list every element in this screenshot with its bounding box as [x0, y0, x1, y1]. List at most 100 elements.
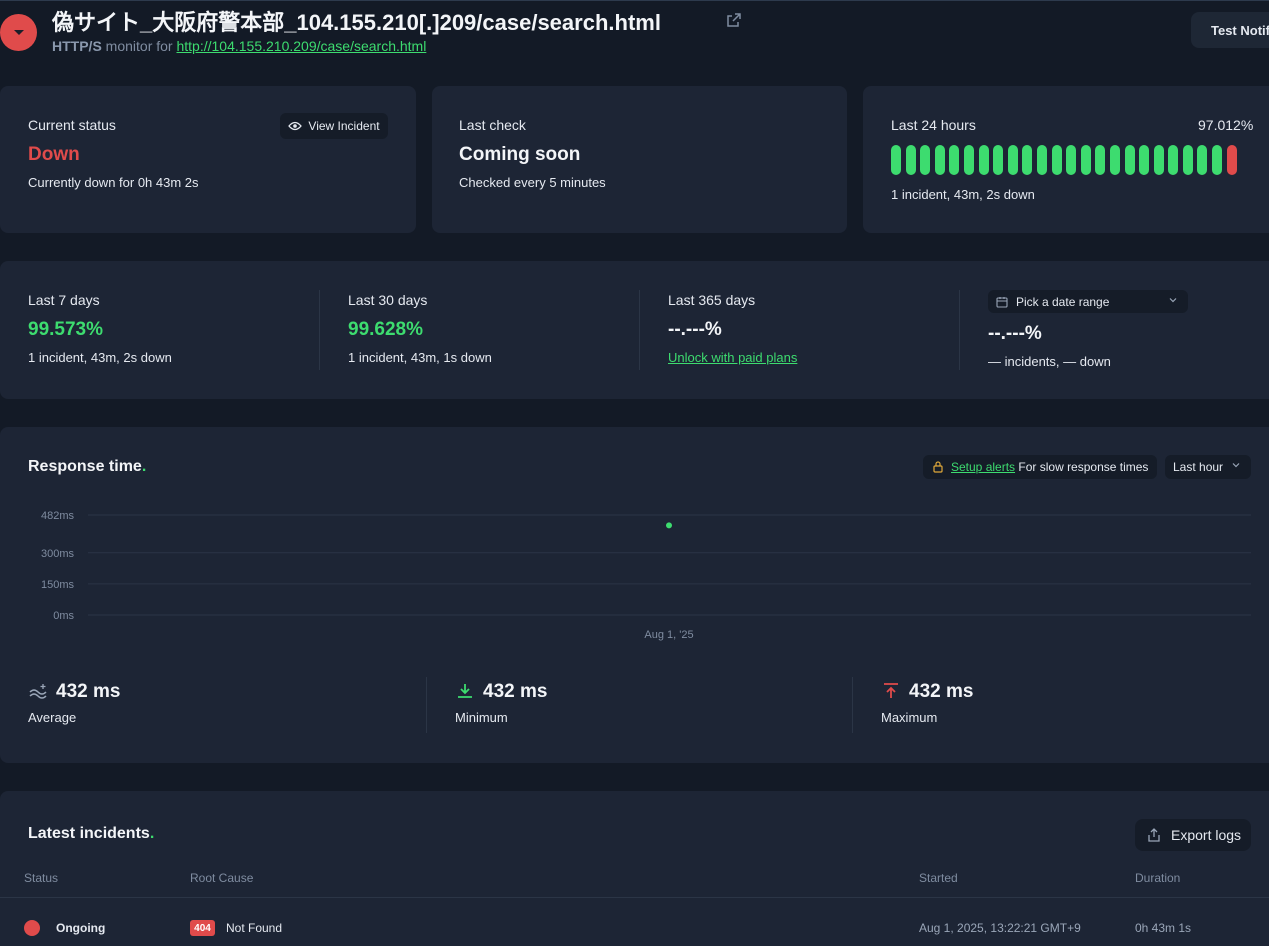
protocol-label: HTTP/S: [52, 38, 102, 54]
response-time-card: Response time. Setup alerts For slow res…: [0, 427, 1269, 763]
incidents-title-text: Latest incidents: [28, 825, 150, 842]
last-30-days-label: Last 30 days: [348, 292, 428, 308]
uptime-bar-17[interactable]: [1124, 145, 1135, 175]
uptime-bar-4[interactable]: [934, 145, 945, 175]
external-link-icon[interactable]: [726, 12, 742, 28]
x-tick-label: Aug 1, '25: [644, 629, 693, 641]
maximum-label: Maximum: [881, 710, 938, 725]
export-icon: [1148, 828, 1160, 842]
uptime-bar-18[interactable]: [1139, 145, 1150, 175]
last-check-value: Coming soon: [459, 144, 581, 165]
incident-started: Aug 1, 2025, 13:22:21 GMT+9: [919, 921, 1081, 935]
uptime-bar-5[interactable]: [949, 145, 960, 175]
column-header-status[interactable]: Status: [24, 871, 58, 885]
last-30-days-value: 99.628%: [348, 319, 424, 340]
average-label: Average: [28, 710, 77, 725]
data-point[interactable]: [665, 521, 673, 530]
column-header-duration[interactable]: Duration: [1135, 871, 1180, 885]
uptime-bar-10[interactable]: [1022, 145, 1033, 175]
table-header-divider: [0, 897, 1269, 898]
view-incident-label: View Incident: [308, 119, 380, 133]
uptime-bar-13[interactable]: [1066, 145, 1077, 175]
last-check-card: Last check Coming soon Checked every 5 m…: [432, 86, 847, 233]
period-divider: [639, 290, 640, 370]
export-logs-label: Export logs: [1171, 827, 1242, 843]
uptime-bar-15[interactable]: [1095, 145, 1106, 175]
top-border: [0, 0, 1269, 1]
last-7-days-detail: 1 incident, 43m, 2s down: [28, 350, 172, 365]
last-24-hours-detail: 1 incident, 43m, 2s down: [891, 187, 1035, 202]
period-divider: [319, 290, 320, 370]
column-header-root-cause[interactable]: Root Cause: [190, 871, 253, 885]
uptime-bar-8[interactable]: [993, 145, 1004, 175]
uptime-bar-12[interactable]: [1051, 145, 1062, 175]
last-24-hours-label: Last 24 hours: [891, 117, 976, 133]
calendar-icon: [996, 296, 1008, 308]
status-code-badge: 404: [190, 920, 215, 936]
incidents-title: Latest incidents.: [28, 825, 155, 842]
uptime-bar-14[interactable]: [1080, 145, 1091, 175]
uptime-bar-24[interactable]: [1226, 145, 1237, 175]
page-title: 偽サイト_大阪府警本部_104.155.210[.]209/case/searc…: [52, 10, 661, 35]
period-divider: [959, 290, 960, 370]
stat-divider: [426, 677, 427, 733]
incident-status: Ongoing: [56, 921, 106, 935]
current-status-card: Current status Down Currently down for 0…: [0, 86, 416, 233]
custom-range-detail: — incidents, — down: [988, 354, 1111, 369]
y-tick-label: 482ms: [41, 510, 75, 522]
view-incident-button[interactable]: View Incident: [280, 113, 388, 139]
test-notification-label: Test Notification: [1211, 22, 1269, 38]
minimum-icon: [458, 684, 472, 698]
eye-icon: [288, 121, 303, 131]
monitor-url-link[interactable]: http://104.155.210.209/case/search.html: [176, 38, 426, 54]
uptime-periods-card: Last 7 days 99.573% 1 incident, 43m, 2s …: [0, 261, 1269, 399]
uptime-bar-20[interactable]: [1168, 145, 1179, 175]
uptime-bar-16[interactable]: [1109, 145, 1120, 175]
incident-root-cause: Not Found: [226, 921, 283, 935]
uptime-bar-1[interactable]: [891, 145, 901, 175]
uptime-bar-21[interactable]: [1182, 145, 1193, 175]
maximum-icon: [884, 683, 898, 698]
column-header-started[interactable]: Started: [919, 871, 958, 885]
test-notification-button[interactable]: Test Notification: [1191, 12, 1269, 48]
uptime-bar-2[interactable]: [905, 145, 916, 175]
y-tick-label: 150ms: [41, 579, 75, 591]
status-dot: [24, 920, 40, 936]
current-status-detail: Currently down for 0h 43m 2s: [28, 175, 199, 190]
uptime-bar-6[interactable]: [963, 145, 974, 175]
minimum-label: Minimum: [455, 710, 508, 725]
uptime-bar-7[interactable]: [978, 145, 989, 175]
uptime-bar-19[interactable]: [1153, 145, 1164, 175]
maximum-value: 432 ms: [909, 681, 974, 702]
chevron-down-icon: [13, 29, 24, 35]
monitor-subtitle: HTTP/S monitor for http://104.155.210.20…: [52, 38, 426, 54]
average-icon: [29, 684, 47, 699]
uptime-bar-9[interactable]: [1007, 145, 1018, 175]
status-toggle-button[interactable]: [0, 14, 37, 51]
current-status-value: Down: [28, 144, 80, 165]
uptime-bar-11[interactable]: [1036, 145, 1047, 175]
uptime-bar-3[interactable]: [920, 145, 931, 175]
incident-duration: 0h 43m 1s: [1135, 921, 1192, 935]
uptime-bar-23[interactable]: [1212, 145, 1223, 175]
export-logs-button[interactable]: Export logs: [1135, 819, 1251, 851]
stat-divider: [852, 677, 853, 733]
custom-range-value: --.---%: [988, 323, 1042, 344]
last-30-days-detail: 1 incident, 43m, 1s down: [348, 350, 492, 365]
date-range-label: Pick a date range: [1016, 294, 1110, 309]
uptime-bars: [891, 145, 1237, 175]
uptime-bar-22[interactable]: [1197, 145, 1208, 175]
last-7-days-label: Last 7 days: [28, 292, 100, 308]
last-365-days-value: --.---%: [668, 319, 722, 340]
minimum-value: 432 ms: [483, 681, 548, 702]
last-365-days-label: Last 365 days: [668, 292, 756, 308]
response-time-chart: 482ms 300ms 150ms 0ms Aug 1, '25: [41, 510, 1251, 641]
average-value: 432 ms: [56, 681, 121, 702]
last-24-hours-percent: 97.012%: [1198, 117, 1254, 133]
chevron-down-icon: [1169, 298, 1177, 303]
y-tick-label: 300ms: [41, 548, 75, 560]
last-24-hours-card: Last 24 hours 97.012% 1 incident, 43m, 2…: [863, 86, 1269, 233]
date-range-picker[interactable]: Pick a date range: [988, 290, 1188, 313]
unlock-paid-plans-link[interactable]: Unlock with paid plans: [668, 350, 797, 365]
last-check-detail: Checked every 5 minutes: [459, 175, 606, 190]
